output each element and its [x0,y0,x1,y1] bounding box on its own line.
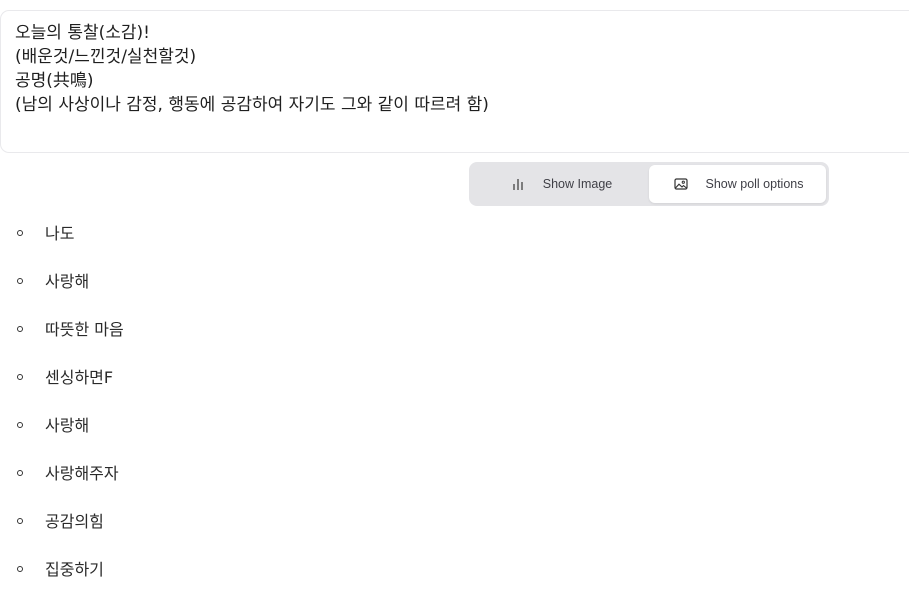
poll-options-list: 나도 사랑해 따뜻한 마음 센싱하면F 사랑해 사랑해주자 공감의힘 집중하기 [0,210,909,594]
bullet-icon [17,278,23,284]
option-text: 따뜻한 마음 [45,320,124,339]
option-text: 집중하기 [45,560,104,579]
prompt-card: 오늘의 통찰(소감)! (배운것/느낀것/실천할것) 공명(共鳴) (남의 사상… [0,10,909,153]
prompt-definition: (남의 사상이나 감정, 행동에 공감하여 자기도 그와 같이 따르려 함) [15,95,489,115]
option-text: 사랑해 [45,272,90,291]
show-image-label: Show Image [542,177,613,191]
show-poll-options-label: Show poll options [705,177,804,191]
view-toggle: Show Image Show poll options [469,162,829,206]
image-icon [672,175,690,193]
list-item: 사랑해 [0,258,909,306]
list-item: 나도 [0,210,909,258]
prompt-title: 오늘의 통찰(소감)! [15,23,150,43]
list-item: 사랑해 [0,402,909,450]
bullet-icon [17,470,23,476]
bullet-icon [17,422,23,428]
list-item: 집중하기 [0,546,909,594]
bullet-icon [17,566,23,572]
show-poll-options-button[interactable]: Show poll options [649,165,826,203]
option-text: 나도 [45,224,75,243]
prompt-keyword: 공명(共鳴) [15,71,94,91]
list-item: 센싱하면F [0,354,909,402]
bullet-icon [17,374,23,380]
list-item: 공감의힘 [0,498,909,546]
bullet-icon [17,230,23,236]
option-text: 사랑해 [45,416,90,435]
prompt-subtitle: (배운것/느낀것/실천할것) [15,47,197,67]
bar-chart-icon [509,175,527,193]
option-text: 사랑해주자 [45,464,119,483]
show-image-button[interactable]: Show Image [472,165,649,203]
list-item: 따뜻한 마음 [0,306,909,354]
bullet-icon [17,326,23,332]
option-text: 공감의힘 [45,512,104,531]
list-item: 사랑해주자 [0,450,909,498]
bullet-icon [17,518,23,524]
option-text: 센싱하면F [45,368,114,387]
